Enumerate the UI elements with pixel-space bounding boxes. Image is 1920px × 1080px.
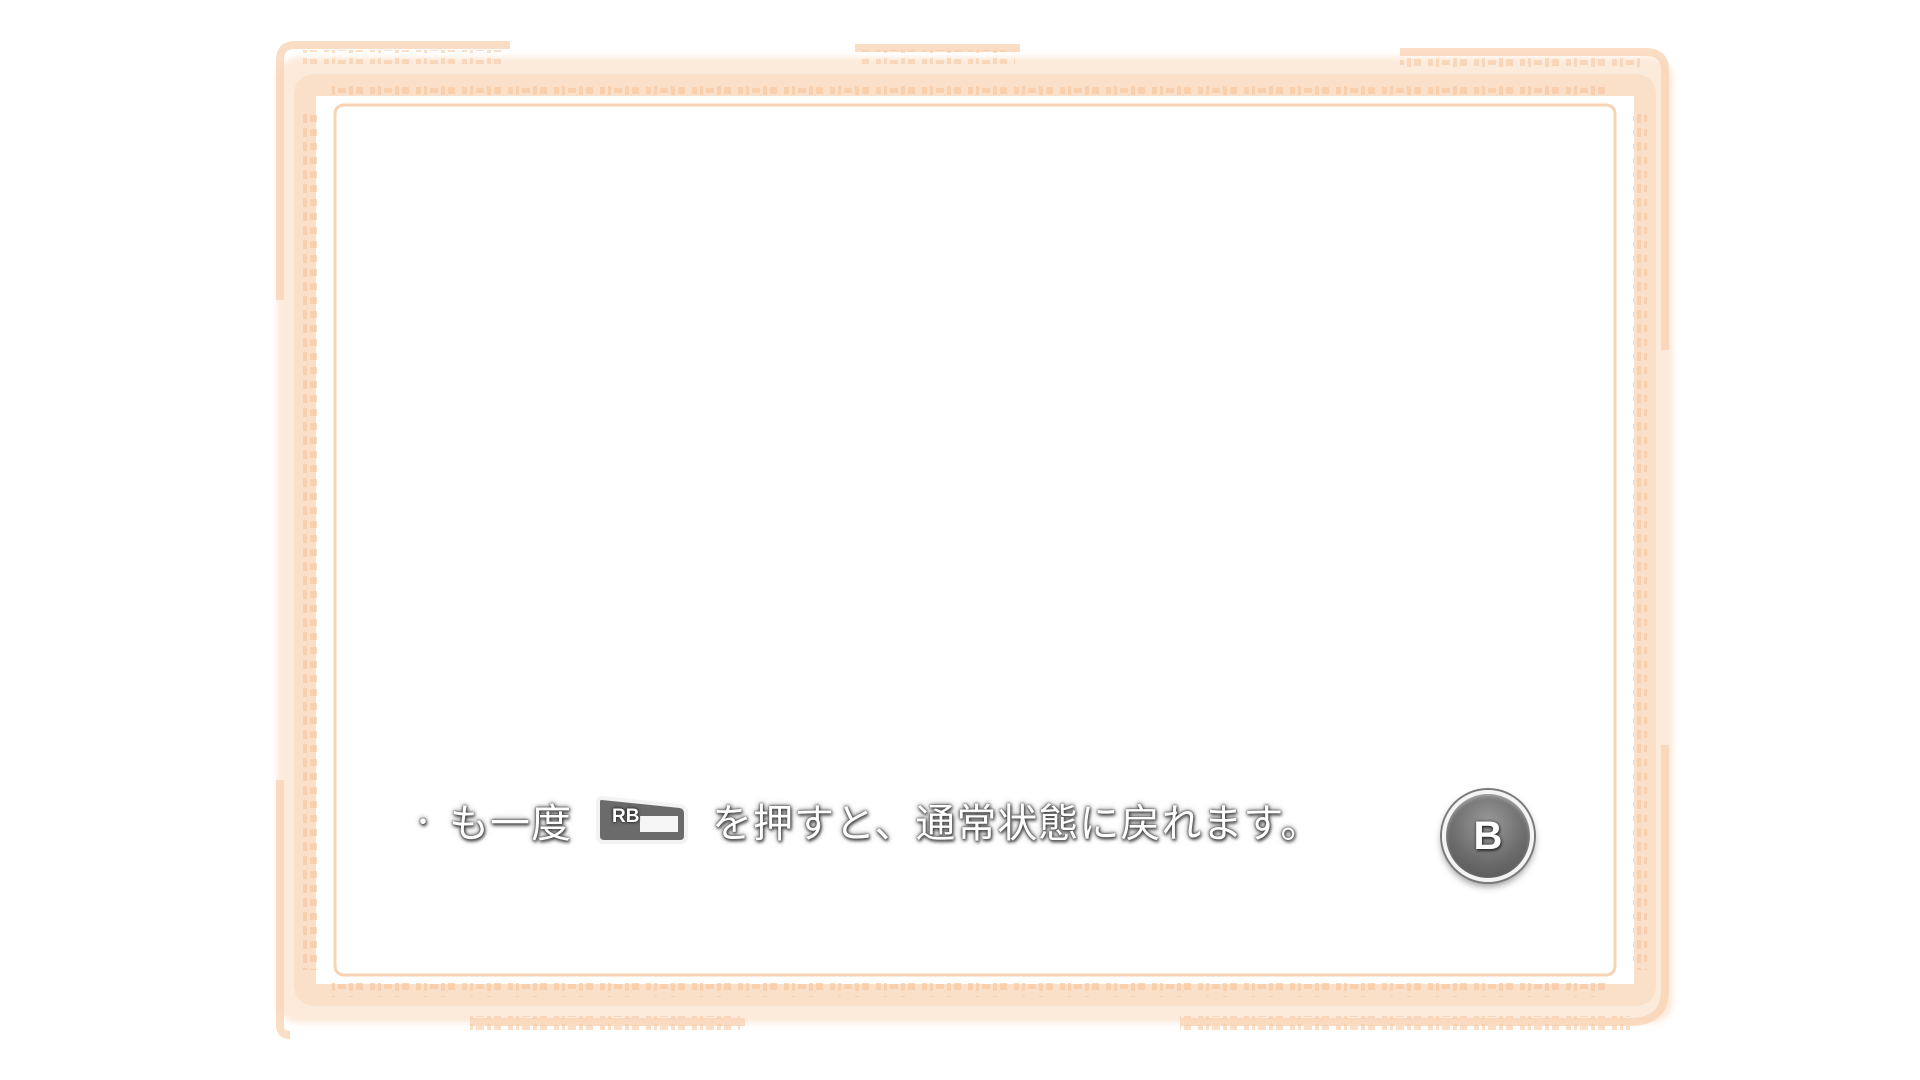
hint-text-after: を押すと、通常状態に戻れます。 xyxy=(712,801,1322,847)
hint-bullet: ・ xyxy=(410,807,438,838)
rb-hint-text: ・ も一度 RB を押すと、通常状態に戻れます。 xyxy=(410,790,1321,850)
hint-text-before: も一度 xyxy=(449,801,573,847)
frame-glow xyxy=(277,57,1673,1023)
frame-outer-line xyxy=(294,74,1656,1006)
ornate-frame xyxy=(276,41,1673,1039)
frame-corner-tabs xyxy=(276,41,1669,1039)
frame-glyph-bands xyxy=(303,83,1647,997)
frame-corner-glyphs xyxy=(300,50,1640,1030)
b-back-button[interactable]: B xyxy=(1442,790,1534,882)
b-button-icon: B xyxy=(1473,813,1503,858)
rb-button-icon: RB xyxy=(596,794,690,846)
rb-button-label: RB xyxy=(612,806,640,827)
